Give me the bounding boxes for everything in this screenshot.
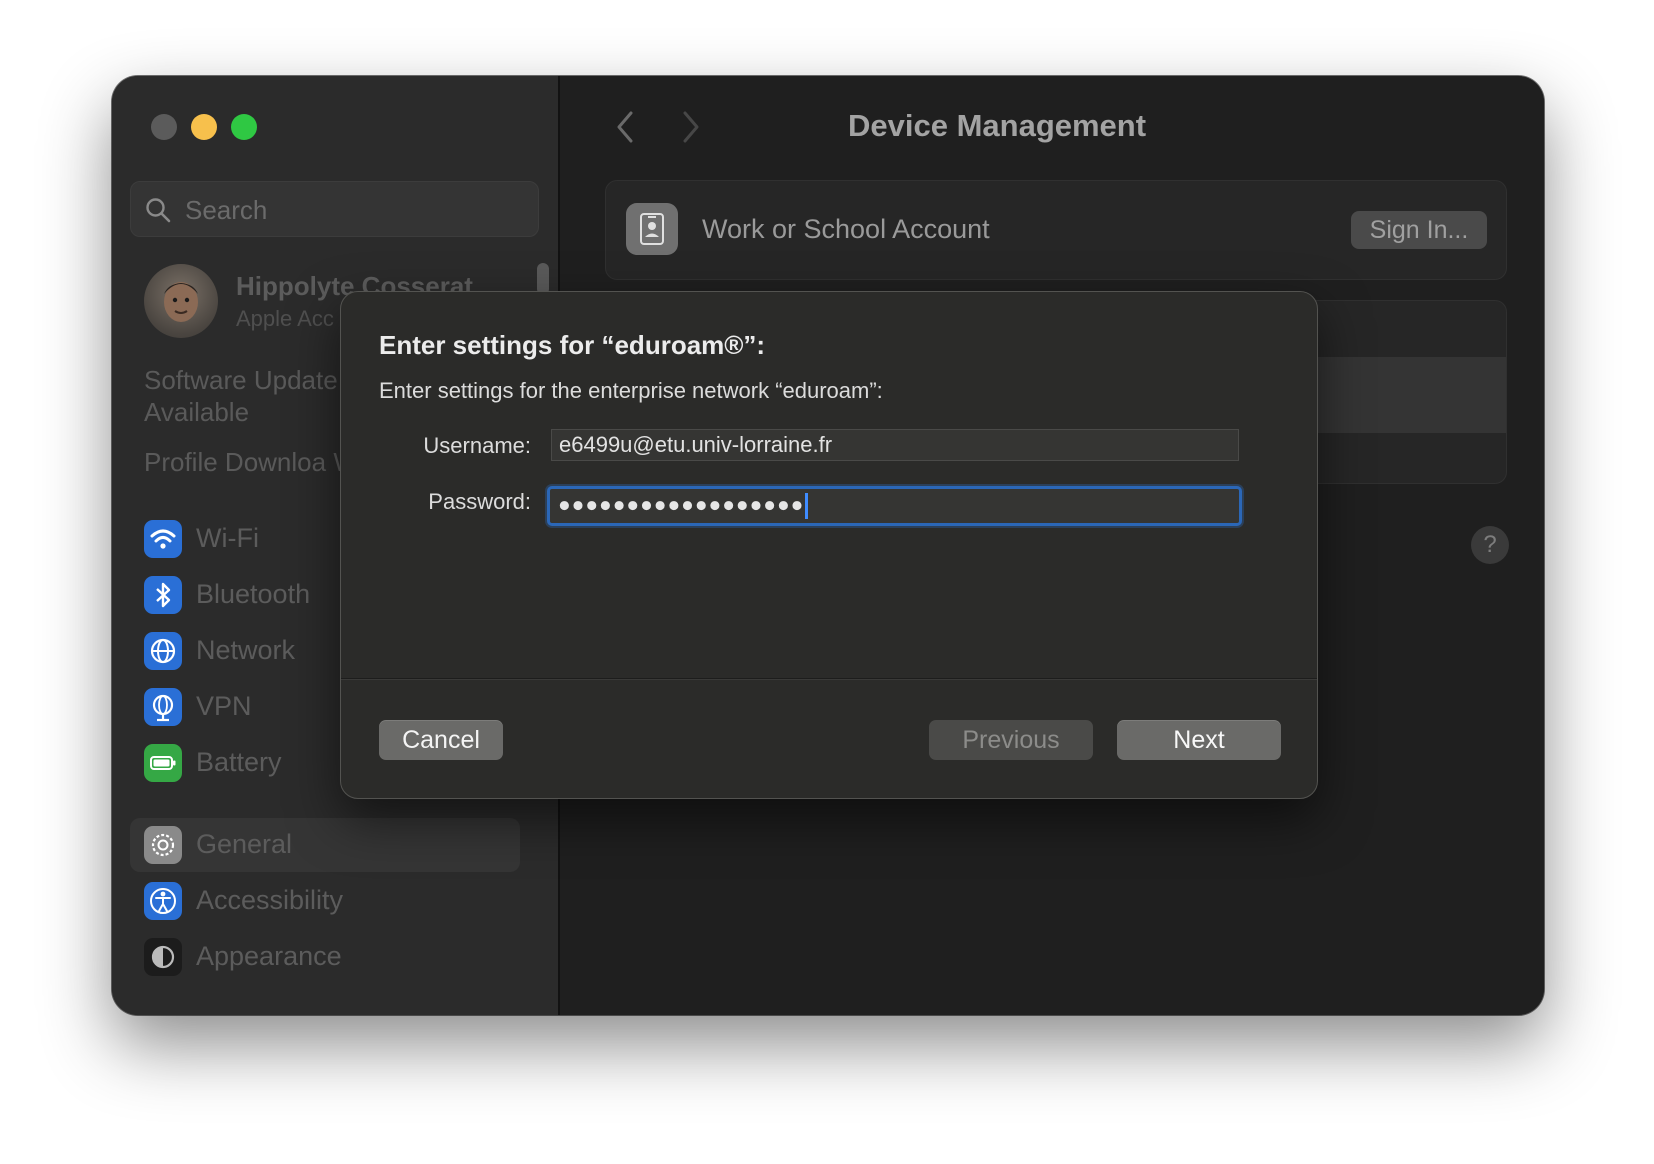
bluetooth-icon (144, 576, 182, 614)
avatar[interactable] (144, 264, 218, 338)
back-arrow-icon[interactable] (614, 110, 636, 144)
minimize-button[interactable] (191, 114, 217, 140)
dialog-title: Enter settings for “eduroam®”: (379, 330, 766, 360)
next-button[interactable]: Next (1117, 720, 1281, 760)
dialog-divider (341, 678, 1317, 679)
sidebar-item-label: Bluetooth (196, 579, 311, 609)
sidebar-item-label: VPN (196, 691, 252, 721)
sidebar-item-label: Accessibility (196, 885, 344, 915)
software-update-line2: Available (144, 397, 250, 427)
search-icon (146, 198, 171, 223)
globe-icon (144, 632, 182, 670)
software-update-notice[interactable]: Software Update Available (144, 364, 338, 428)
vpn-globe-icon (144, 688, 182, 726)
page-title: Device Management (848, 108, 1147, 143)
sidebar-item-general[interactable]: General (130, 818, 520, 872)
sidebar-item-label: Appearance (196, 941, 342, 971)
user-subtitle: Apple Acc (236, 306, 334, 331)
accessibility-icon (144, 882, 182, 920)
sidebar-item-accessibility[interactable]: Accessibility (130, 874, 520, 928)
password-dots: ●●●●●●●●●●●●●●●●●● (558, 493, 805, 517)
sidebar-item-label: Wi-Fi (196, 523, 259, 553)
software-update-line1: Software Update (144, 365, 338, 395)
dialog-subtitle: Enter settings for the enterprise networ… (379, 378, 883, 403)
account-card-label: Work or School Account (702, 214, 990, 244)
previous-button[interactable]: Previous (929, 720, 1093, 760)
search-field[interactable]: Search (130, 181, 539, 237)
help-button[interactable]: ? (1471, 526, 1509, 564)
password-field[interactable]: ●●●●●●●●●●●●●●●●●● (547, 486, 1242, 526)
id-badge-icon (626, 203, 678, 255)
sidebar-item-label: Network (196, 635, 296, 665)
password-mask: ●●●●●●●●●●●●●●●●●● (558, 493, 809, 519)
search-placeholder: Search (185, 195, 268, 225)
cancel-button[interactable]: Cancel (379, 720, 503, 760)
wifi-icon (144, 520, 182, 558)
battery-icon (144, 744, 182, 782)
sidebar-item-label: General (196, 829, 293, 859)
appearance-icon (144, 938, 182, 976)
maximize-button[interactable] (231, 114, 257, 140)
account-card: Work or School Account Sign In... (605, 180, 1507, 280)
username-field[interactable] (551, 429, 1239, 461)
close-button[interactable] (151, 114, 177, 140)
password-label: Password: (428, 489, 531, 514)
sign-in-button[interactable]: Sign In... (1351, 211, 1487, 249)
gear-icon (144, 826, 182, 864)
text-caret (805, 493, 809, 519)
sidebar-item-label: Battery (196, 747, 282, 777)
profile-notice-label: Profile Downloa (144, 447, 327, 477)
username-label: Username: (423, 433, 531, 458)
forward-arrow-icon[interactable] (680, 110, 702, 144)
eduroam-settings-dialog: Enter settings for “eduroam®”: Enter set… (340, 291, 1318, 799)
sidebar-item-appearance[interactable]: Appearance (130, 930, 520, 984)
